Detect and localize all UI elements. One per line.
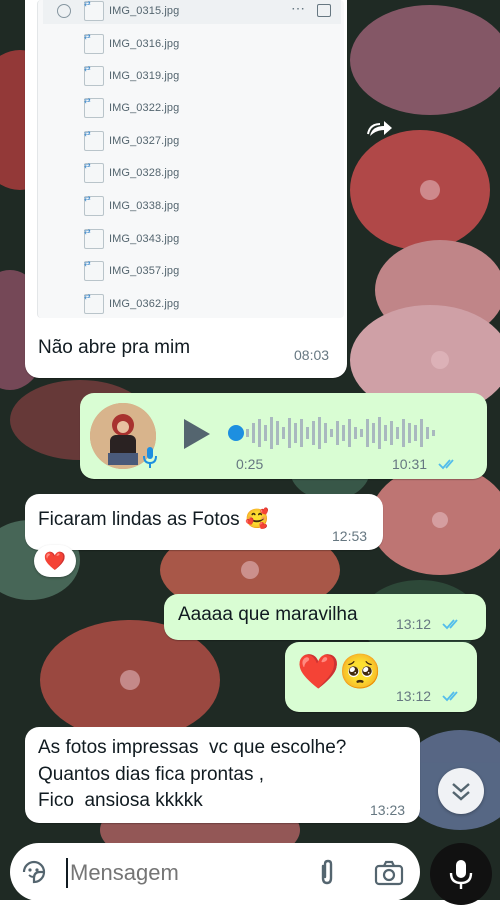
image-file-icon: ⇄ bbox=[84, 32, 104, 54]
file-name: IMG_0338.jpg bbox=[109, 200, 180, 212]
sticker-icon[interactable] bbox=[20, 858, 48, 886]
message-time: 10:31 bbox=[392, 456, 428, 472]
radio-unchecked-icon[interactable] bbox=[57, 4, 71, 18]
forward-icon[interactable] bbox=[366, 116, 396, 142]
scroll-to-bottom-button[interactable] bbox=[438, 768, 484, 814]
file-name: IMG_0362.jpg bbox=[109, 298, 180, 310]
message-time: 12:53 bbox=[332, 528, 368, 544]
image-file-icon: ⇄ bbox=[84, 227, 104, 249]
more-dots-icon[interactable]: ⋯ bbox=[291, 0, 305, 17]
chevron-double-down-icon bbox=[452, 783, 470, 801]
message-text-line: Fico ansiosa kkkkk bbox=[38, 790, 203, 811]
audio-seek-handle[interactable] bbox=[228, 425, 244, 441]
message-text-line: As fotos impressas vc que escolhe? bbox=[38, 737, 347, 758]
message-text: Ficaram lindas as Fotos 🥰 bbox=[38, 509, 269, 530]
message-time: 13:12 bbox=[396, 616, 432, 632]
microphone-icon bbox=[142, 445, 158, 469]
read-receipt-icon bbox=[438, 457, 460, 476]
file-row[interactable]: ⇄ IMG_0316.jpg bbox=[84, 32, 180, 55]
file-name: IMG_0319.jpg bbox=[109, 70, 180, 82]
image-file-icon: ⇄ bbox=[84, 96, 104, 118]
file-row[interactable]: ⇄ IMG_0327.jpg bbox=[84, 129, 180, 152]
share-icon[interactable] bbox=[317, 4, 331, 17]
camera-icon[interactable] bbox=[374, 859, 404, 887]
voice-record-button[interactable] bbox=[430, 843, 492, 905]
file-name: IMG_0316.jpg bbox=[109, 38, 180, 50]
file-row[interactable]: ⇄ IMG_0322.jpg bbox=[84, 96, 180, 119]
audio-waveform[interactable] bbox=[246, 413, 456, 453]
message-bubble-incoming[interactable]: As fotos impressas vc que escolhe? Quant… bbox=[25, 727, 420, 823]
file-row[interactable]: ⇄ IMG_0328.jpg bbox=[84, 161, 180, 184]
file-row[interactable]: ⇄ IMG_0357.jpg bbox=[84, 259, 180, 282]
message-input[interactable] bbox=[68, 853, 302, 893]
read-receipt-icon bbox=[442, 689, 464, 708]
file-row[interactable]: ⇄ IMG_0343.jpg bbox=[84, 227, 180, 250]
microphone-icon bbox=[449, 860, 473, 889]
reaction-badge[interactable]: ❤️ bbox=[34, 545, 76, 577]
file-name: IMG_0357.jpg bbox=[109, 265, 180, 277]
image-file-icon: ⇄ bbox=[84, 194, 104, 216]
message-time: 13:23 bbox=[370, 802, 406, 818]
image-file-icon: ⇄ bbox=[84, 259, 104, 281]
file-row[interactable]: ⇄ IMG_0315.jpg bbox=[84, 0, 179, 22]
message-text-line: Quantos dias fica prontas , bbox=[38, 764, 265, 785]
message-time: 13:12 bbox=[396, 688, 432, 704]
file-row[interactable]: ⇄ IMG_0362.jpg bbox=[84, 292, 180, 315]
play-button[interactable] bbox=[184, 419, 210, 449]
message-time: 08:03 bbox=[294, 347, 330, 363]
message-bubble-outgoing[interactable]: ❤️🥺 13:12 bbox=[285, 642, 477, 712]
file-name: IMG_0328.jpg bbox=[109, 167, 180, 179]
image-file-icon: ⇄ bbox=[84, 161, 104, 183]
voice-message-bubble[interactable]: 0:25 10:31 bbox=[80, 393, 487, 479]
message-bubble-outgoing[interactable]: Aaaaa que maravilha 13:12 bbox=[164, 594, 486, 640]
message-bubble-incoming[interactable]: Ficaram lindas as Fotos 🥰 12:53 bbox=[25, 494, 383, 550]
file-name: IMG_0315.jpg bbox=[109, 5, 180, 17]
message-text: Não abre pra mim bbox=[38, 337, 191, 358]
file-row[interactable]: ⇄ IMG_0338.jpg bbox=[84, 194, 180, 217]
file-row[interactable]: ⇄ IMG_0319.jpg bbox=[84, 64, 180, 87]
image-file-icon: ⇄ bbox=[84, 0, 104, 21]
attach-icon[interactable] bbox=[316, 858, 338, 888]
image-file-icon: ⇄ bbox=[84, 64, 104, 86]
voice-duration: 0:25 bbox=[236, 456, 264, 472]
file-name: IMG_0322.jpg bbox=[109, 102, 180, 114]
file-name: IMG_0343.jpg bbox=[109, 233, 180, 245]
read-receipt-icon bbox=[442, 617, 464, 636]
message-composer[interactable] bbox=[10, 843, 420, 901]
file-name: IMG_0327.jpg bbox=[109, 135, 180, 147]
message-text: Aaaaa que maravilha bbox=[178, 604, 358, 625]
message-emoji: ❤️🥺 bbox=[297, 653, 382, 691]
image-file-icon: ⇄ bbox=[84, 129, 104, 151]
image-file-icon: ⇄ bbox=[84, 292, 104, 314]
reaction-heart: ❤️ bbox=[43, 551, 67, 571]
message-bubble-attachments[interactable]: ⋯ bbox=[25, 0, 347, 378]
